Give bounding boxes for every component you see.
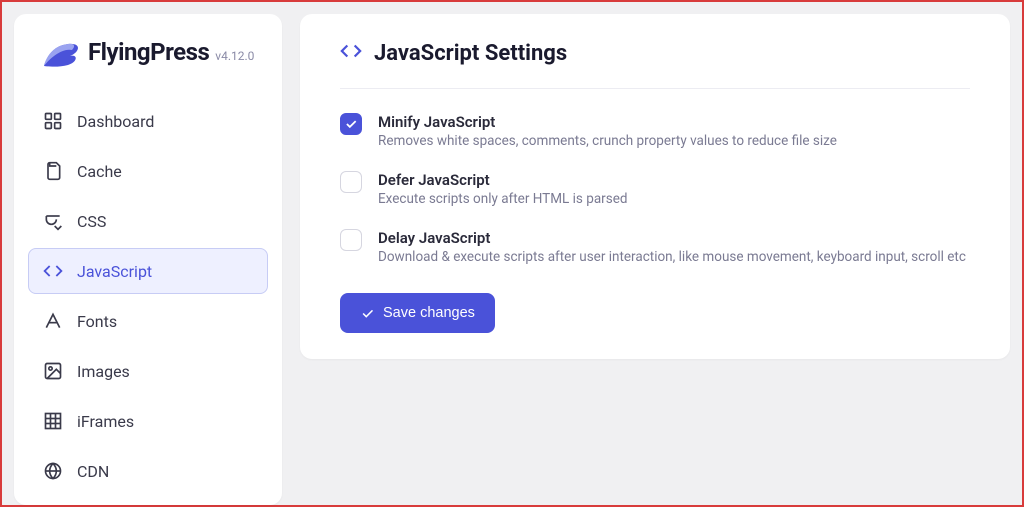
sidebar-item-label: JavaScript xyxy=(77,262,152,281)
css-icon xyxy=(43,211,63,231)
code-icon xyxy=(43,261,63,281)
brand-name: FlyingPress xyxy=(88,38,209,66)
brand-block: FlyingPress v4.12.0 xyxy=(28,32,268,98)
sidebar-item-label: Images xyxy=(77,362,130,381)
sidebar-item-dashboard[interactable]: Dashboard xyxy=(28,98,268,144)
sidebar: FlyingPress v4.12.0 Dashboard Cache CSS xyxy=(14,14,282,505)
brand-logo-icon xyxy=(38,38,82,74)
sidebar-item-images[interactable]: Images xyxy=(28,348,268,394)
sidebar-item-iframes[interactable]: iFrames xyxy=(28,398,268,444)
option-desc: Execute scripts only after HTML is parse… xyxy=(378,191,627,207)
option-title: Minify JavaScript xyxy=(378,113,837,131)
sidebar-item-javascript[interactable]: JavaScript xyxy=(28,248,268,294)
page-header: JavaScript Settings xyxy=(340,40,970,89)
option-delay: Delay JavaScript Download & execute scri… xyxy=(340,229,970,265)
cdn-icon xyxy=(43,461,63,481)
dashboard-icon xyxy=(43,111,63,131)
iframes-icon xyxy=(43,411,63,431)
sidebar-item-css[interactable]: CSS xyxy=(28,198,268,244)
sidebar-item-label: CDN xyxy=(77,462,109,481)
images-icon xyxy=(43,361,63,381)
option-title: Delay JavaScript xyxy=(378,229,966,247)
page-title: JavaScript Settings xyxy=(374,41,567,66)
cache-icon xyxy=(43,161,63,181)
option-defer: Defer JavaScript Execute scripts only af… xyxy=(340,171,970,207)
option-desc: Download & execute scripts after user in… xyxy=(378,249,966,265)
save-button-label: Save changes xyxy=(383,305,475,321)
brand-version: v4.12.0 xyxy=(215,49,254,63)
sidebar-item-label: iFrames xyxy=(77,412,134,431)
sidebar-item-label: Fonts xyxy=(77,312,117,331)
sidebar-item-cache[interactable]: Cache xyxy=(28,148,268,194)
code-icon xyxy=(340,40,362,66)
sidebar-nav: Dashboard Cache CSS JavaScript Fonts xyxy=(28,98,268,494)
sidebar-item-cdn[interactable]: CDN xyxy=(28,448,268,494)
save-button[interactable]: Save changes xyxy=(340,293,495,333)
check-icon xyxy=(360,306,375,321)
fonts-icon xyxy=(43,311,63,331)
checkbox-delay[interactable] xyxy=(340,229,362,251)
option-title: Defer JavaScript xyxy=(378,171,627,189)
sidebar-item-label: CSS xyxy=(77,212,106,231)
option-minify: Minify JavaScript Removes white spaces, … xyxy=(340,113,970,149)
sidebar-item-label: Cache xyxy=(77,162,122,181)
checkbox-minify[interactable] xyxy=(340,113,362,135)
checkbox-defer[interactable] xyxy=(340,171,362,193)
option-desc: Removes white spaces, comments, crunch p… xyxy=(378,133,837,149)
sidebar-item-fonts[interactable]: Fonts xyxy=(28,298,268,344)
sidebar-item-label: Dashboard xyxy=(77,112,154,131)
main-panel: JavaScript Settings Minify JavaScript Re… xyxy=(300,14,1010,359)
